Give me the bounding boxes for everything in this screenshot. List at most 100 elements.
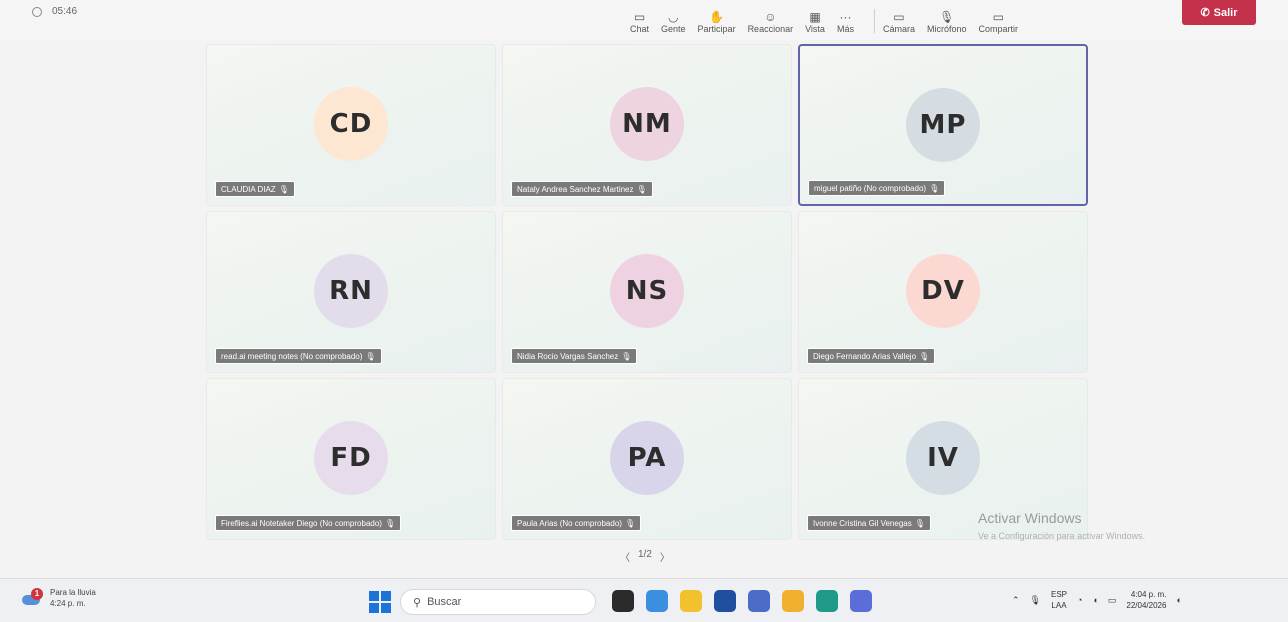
meeting-timer: 05:46 [32,6,77,17]
participant-name: Nataly Andrea Sanchez Martinez [517,184,634,194]
edge-icon[interactable] [816,590,838,612]
chrome-icon[interactable] [782,590,804,612]
participant-tile[interactable]: NM Nataly Andrea Sanchez Martinez 🎙 [502,44,792,206]
toolbar-camera-button[interactable]: ▭ Cámara [883,0,915,40]
notifications-icon[interactable]: ◐ [1176,595,1181,605]
mic-muted-icon: 🎙 [919,351,930,361]
lang-layout: LAA [1051,601,1067,610]
avatar: NM [610,87,684,161]
participant-nameplate: miguel patiño (No comprobado) 🎙 [808,180,946,196]
mic-muted-icon: 🎙 [624,518,636,528]
participant-tile[interactable]: DV Diego Fernando Arias Vallejo 🎙 [798,211,1088,373]
chrome-canary-icon[interactable] [850,590,872,612]
store-icon[interactable] [714,590,736,612]
share-icon: ▭ [992,10,1004,24]
toolbar-actions: ▭ Chat ◡ Gente ✋ Participar ☺ Reaccionar ▦ Vista ·… [630,0,1030,40]
taskbar-clock[interactable]: 4:04 p. m. 22/04/2026 [1126,589,1166,611]
microphone-icon: 🎙 [939,10,955,24]
input-language[interactable]: ESP LAA [1051,589,1067,611]
mic-muted-icon: 🎙 [929,183,940,193]
chevron-up-icon[interactable]: ⌃ [1012,595,1020,606]
camera-icon: ▭ [893,10,905,24]
activation-watermark-subtitle: Ve a Configuración para activar Windows. [978,531,1146,541]
toolbar-label: Vista [805,24,825,34]
wifi-icon[interactable]: ◔ [1077,595,1082,605]
toolbar-divider [873,9,875,33]
next-page-button[interactable]: 〉 [660,549,670,564]
clock-date: 22/04/2026 [1126,601,1167,610]
participant-name: read.ai meeting notes (No comprobado) [221,351,363,361]
mic-muted-icon: 🎙 [914,518,925,528]
mic-muted-icon: 🎙 [621,351,632,361]
terminal-icon[interactable] [612,590,634,612]
file-explorer-icon[interactable] [680,590,702,612]
windows-start-icon[interactable] [369,591,391,613]
participant-tile[interactable]: CD CLAUDIA DIAZ 🎙 [206,44,496,206]
toolbar-microphone-button[interactable]: 🎙 Micrófono [927,0,967,40]
weather-widget[interactable]: 1 Para la lluvia 4:24 p. m. [22,587,96,609]
teams-icon[interactable] [748,590,770,612]
participant-grid: CD CLAUDIA DIAZ 🎙 NM Nataly Andrea Sanchez M… [206,44,1090,544]
timer-text: 05:46 [52,6,78,17]
participant-nameplate: Ivonne Cristina Gil Venegas 🎙 [807,515,931,531]
participant-nameplate: Fireflies.ai Notetaker Diego (No comprob… [215,515,402,531]
participant-nameplate: Paula Arias (No comprobado) 🎙 [511,515,642,531]
leave-button[interactable]: ✆ Salir [1182,0,1256,25]
toolbar-raise-hand-button[interactable]: ✋ Participar [698,0,736,40]
participant-nameplate: CLAUDIA DIAZ 🎙 [215,181,295,197]
toolbar-label: Cámara [882,24,915,34]
more-icon: ··· [839,10,852,24]
page-indicator: 1/2 [638,549,652,560]
participant-tile[interactable]: NS Nidia Rocio Vargas Sanchez 🎙 [502,211,792,373]
participant-name: miguel patiño (No comprobado) [814,183,927,193]
participant-nameplate: read.ai meeting notes (No comprobado) 🎙 [215,348,382,364]
toolbar-people-button[interactable]: ◡ Gente [661,0,686,40]
pinned-apps [612,590,872,612]
participant-tile[interactable]: PA Paula Arias (No comprobado) 🎙 [502,378,792,540]
avatar: FD [314,421,388,495]
notification-badge: 1 [31,588,43,600]
toolbar-label: Reaccionar [747,24,794,34]
search-icon: ⚲ [413,596,422,609]
participant-tile[interactable]: FD Fireflies.ai Notetaker Diego (No compr… [206,378,496,540]
chat-icon: ▭ [633,10,646,24]
toolbar-more-button[interactable]: ··· Más [837,0,854,40]
activation-watermark-title: Activar Windows [978,510,1082,526]
search-placeholder: Buscar [427,596,462,608]
lang-code: ESP [1050,590,1067,599]
toolbar-label: Compartir [978,24,1019,34]
system-tray: ⌃ 🎙 ESP LAA ◔ ◖ ▭ 4:04 p. m. 22/04/2026 … [1012,589,1182,611]
toolbar-label: Más [836,24,854,34]
clock-time: 4:04 p. m. [1130,590,1167,599]
mic-muted-icon: 🎙 [278,184,289,194]
microphone-tray-icon[interactable]: 🎙 [1030,595,1041,606]
toolbar-view-button[interactable]: ▦ Vista [805,0,825,40]
raise-hand-icon: ✋ [709,10,725,24]
weather-text: Para la lluvia [50,588,96,597]
participant-nameplate: Diego Fernando Arias Vallejo 🎙 [807,348,936,364]
people-icon: ◡ [668,10,679,24]
prev-page-button[interactable]: 〈 [620,549,630,564]
battery-icon[interactable]: ▭ [1108,595,1117,606]
participant-name: Ivonne Cristina Gil Venegas [813,518,912,528]
participant-tile[interactable]: RN read.ai meeting notes (No comprobado) 🎙 [206,211,496,373]
toolbar-chat-button[interactable]: ▭ Chat [630,0,649,40]
meeting-toolbar: 05:46 ▭ Chat ◡ Gente ✋ Participar ☺ Reaccionar ▦… [0,0,1288,40]
participant-name: Paula Arias (No comprobado) [517,518,622,528]
toolbar-react-button[interactable]: ☺ Reaccionar [748,0,794,40]
react-icon: ☺ [764,10,777,24]
participant-tile[interactable]: MP miguel patiño (No comprobado) 🎙 [798,44,1088,206]
volume-icon[interactable]: ◖ [1092,595,1097,605]
toolbar-label: Participar [697,24,736,34]
avatar: PA [610,421,684,495]
participant-name: CLAUDIA DIAZ [221,184,276,194]
avatar: DV [906,254,980,328]
page-navigator: 〈 1/2 〉 [620,549,670,564]
phone-icon: ✆ [1200,7,1210,19]
toolbar-share-button[interactable]: ▭ Compartir [979,0,1019,40]
avatar: CD [314,87,388,161]
participant-name: Fireflies.ai Notetaker Diego (No comprob… [221,518,382,528]
copilot-icon[interactable] [646,590,668,612]
taskbar-search-box[interactable]: ⚲ Buscar [400,589,596,615]
participant-nameplate: Nidia Rocio Vargas Sanchez 🎙 [511,348,638,364]
